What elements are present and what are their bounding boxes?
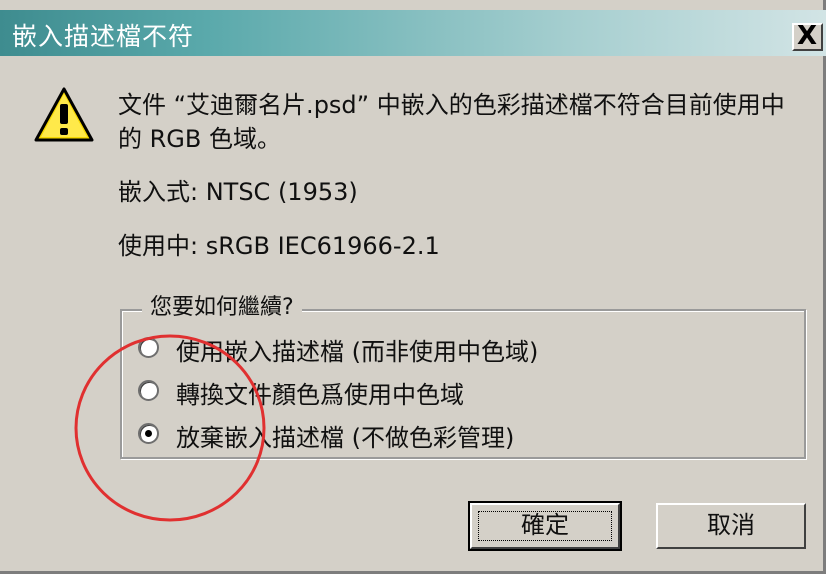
dialog-window: 嵌入描述檔不符 X 文件 “艾迪爾名片.psd” 中嵌入的色彩描述檔不符合目前使… xyxy=(0,0,826,574)
option-label: 使用嵌入描述檔 (而非使用中色域) xyxy=(176,338,539,366)
cancel-button[interactable]: 取消 xyxy=(656,503,806,549)
option-label: 轉換文件顏色爲使用中色域 xyxy=(176,381,464,409)
working-profile-text: 使用中: sRGB IEC61966-2.1 xyxy=(118,232,440,260)
title-bar[interactable]: 嵌入描述檔不符 X xyxy=(0,10,826,56)
option-label: 放棄嵌入描述檔 (不做色彩管理) xyxy=(176,424,515,452)
dialog-title: 嵌入描述檔不符 xyxy=(12,22,195,51)
radio-button[interactable] xyxy=(138,337,159,358)
focus-rect xyxy=(478,511,612,541)
radio-button[interactable] xyxy=(138,380,159,401)
cancel-button-label: 取消 xyxy=(707,511,755,539)
options-legend: 您要如何繼續? xyxy=(142,289,302,321)
close-button[interactable]: X xyxy=(792,21,823,51)
message-line-2: 的 RGB 色域。 xyxy=(118,125,281,153)
close-icon: X xyxy=(797,21,818,51)
embedded-profile-text: 嵌入式: NTSC (1953) xyxy=(118,178,358,206)
ok-button[interactable]: 確定 xyxy=(468,501,622,551)
radio-button-selected[interactable] xyxy=(138,423,159,444)
warning-icon xyxy=(34,87,94,142)
message-line-1: 文件 “艾迪爾名片.psd” 中嵌入的色彩描述檔不符合目前使用中 xyxy=(118,91,785,119)
